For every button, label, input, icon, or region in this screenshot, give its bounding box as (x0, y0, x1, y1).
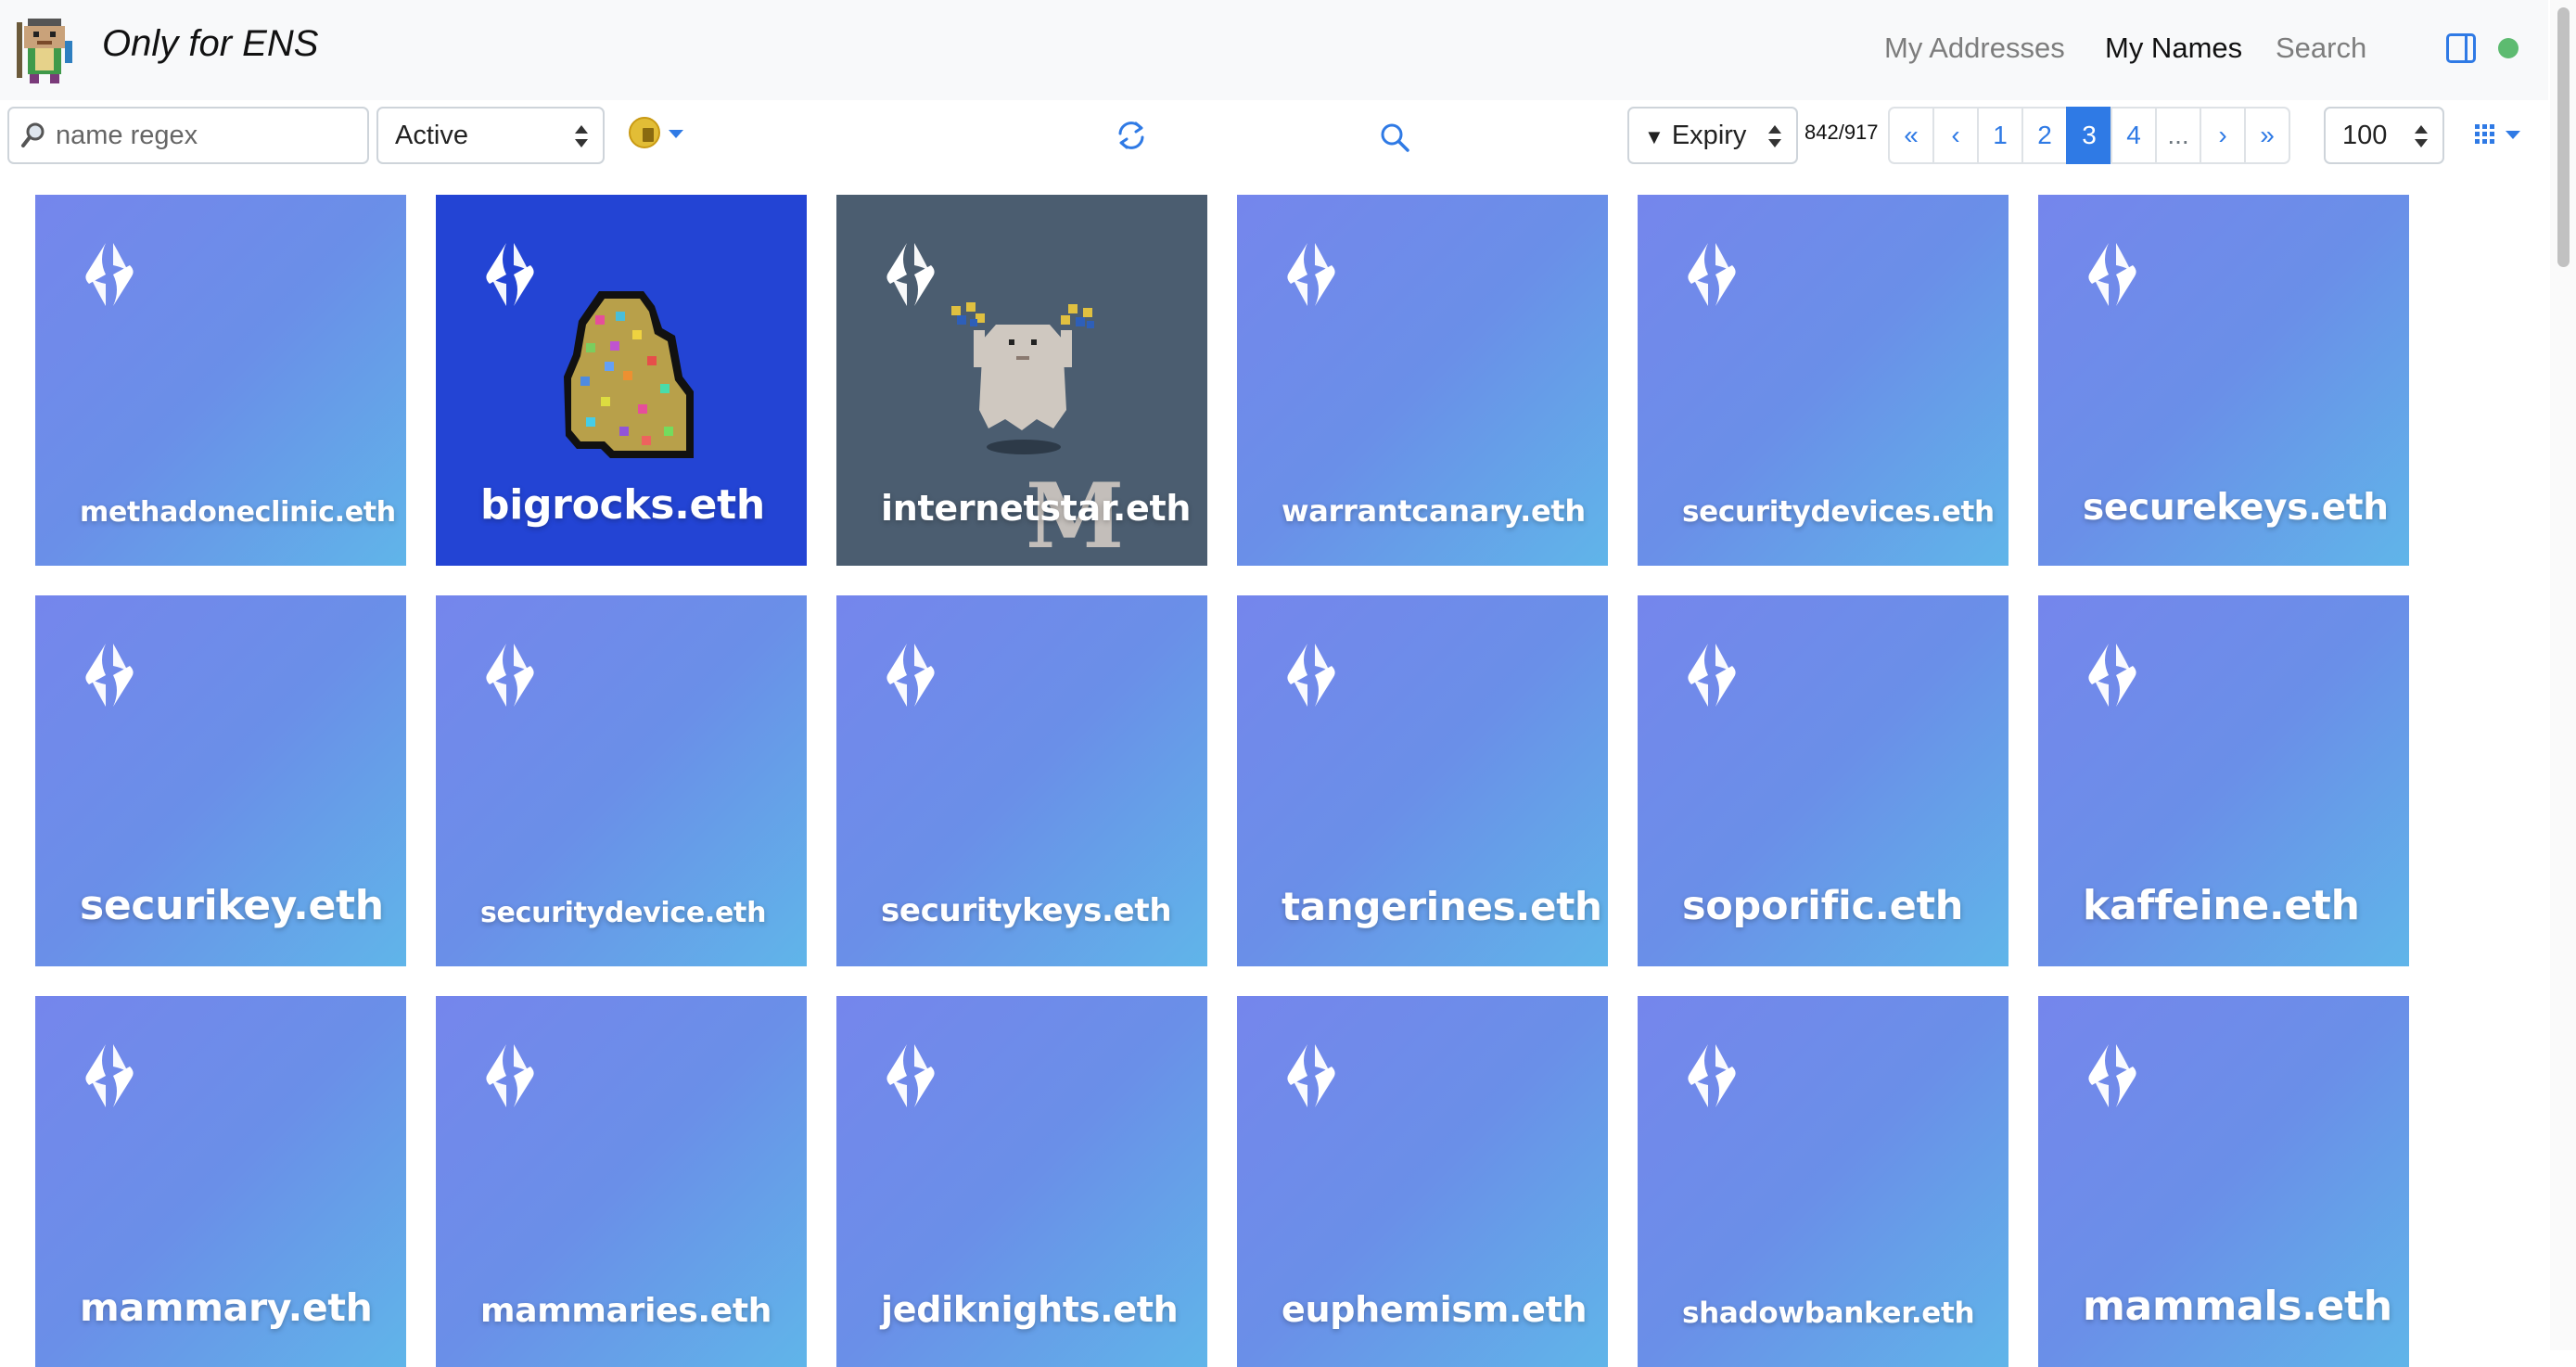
name-card[interactable]: jediknights.eth (836, 996, 1207, 1367)
card-name-label: securekeys.eth (2083, 487, 2389, 529)
name-card[interactable]: M internetstar.eth (836, 195, 1207, 566)
ens-logo-icon (1280, 1042, 1343, 1109)
ens-logo-icon (1680, 241, 1743, 308)
ens-logo-icon (1280, 642, 1343, 709)
name-card[interactable]: bigrocks.eth (436, 195, 807, 566)
card-name-label: euphemism.eth (1282, 1289, 1588, 1330)
card-name-label: securitydevice.eth (480, 897, 767, 929)
connection-status-dot (2498, 38, 2519, 58)
card-name-label: mammals.eth (2083, 1283, 2392, 1330)
name-card[interactable]: mammary.eth (35, 996, 406, 1367)
card-name-label: internetstar.eth (881, 488, 1192, 529)
name-card[interactable]: shadowbanker.eth (1638, 996, 2009, 1367)
name-card[interactable]: mammaries.eth (436, 996, 807, 1367)
nav-my-addresses[interactable]: My Addresses (1884, 28, 2065, 69)
filter-funnel-icon: ▼ (1644, 125, 1664, 148)
ens-logo-icon (1680, 642, 1743, 709)
name-card[interactable]: securikey.eth (35, 595, 406, 966)
vertical-scrollbar[interactable] (2550, 0, 2576, 1350)
ens-logo-icon (78, 642, 141, 709)
name-card[interactable]: euphemism.eth (1237, 996, 1608, 1367)
rock-pixel-art (564, 291, 694, 458)
card-name-label: kaffeine.eth (2083, 882, 2360, 929)
name-card[interactable]: securitydevices.eth (1638, 195, 2009, 566)
name-card[interactable]: securitydevice.eth (436, 595, 807, 966)
search-icon (21, 122, 45, 147)
chevron-down-icon (669, 130, 683, 138)
card-name-label: bigrocks.eth (480, 481, 765, 529)
card-name-label: mammaries.eth (480, 1292, 772, 1330)
trash-filter-dropdown[interactable] (626, 115, 685, 152)
card-name-label: methadoneclinic.eth (80, 496, 396, 529)
per-page-select[interactable]: 100 (2324, 107, 2444, 164)
app-header: Only for ENS My Addresses My Names Searc… (0, 0, 2548, 100)
ens-logo-icon (478, 241, 542, 308)
card-name-label: warrantcanary.eth (1282, 493, 1586, 529)
ens-logo-icon (879, 241, 942, 308)
name-card[interactable]: warrantcanary.eth (1237, 195, 1608, 566)
ens-logo-icon (2081, 241, 2144, 308)
trash-icon (629, 117, 660, 148)
app-logo[interactable] (17, 15, 76, 85)
scrollbar-thumb[interactable] (2557, 7, 2570, 267)
ens-logo-icon (78, 1042, 141, 1109)
view-chevron-down-icon[interactable] (2506, 131, 2520, 139)
status-select[interactable]: Active (376, 107, 605, 164)
nav-my-names[interactable]: My Names (2105, 28, 2242, 69)
pagination: « ‹ 1 2 3 4 ... › » (1888, 107, 2290, 164)
card-name-label: mammary.eth (80, 1285, 373, 1330)
ens-logo-icon (879, 1042, 942, 1109)
grid-view-icon[interactable] (2474, 123, 2496, 146)
card-name-label: tangerines.eth (1282, 884, 1602, 929)
status-select-value: Active (395, 121, 468, 150)
card-name-label: securitykeys.eth (881, 892, 1172, 929)
card-name-label: jediknights.eth (881, 1289, 1179, 1330)
ens-logo-icon (478, 642, 542, 709)
page-3-current[interactable]: 3 (2066, 107, 2112, 164)
magnify-icon[interactable] (1378, 121, 1411, 154)
name-card[interactable]: securekeys.eth (2038, 195, 2409, 566)
app-title: Only for ENS (102, 23, 319, 64)
select-arrows-icon (575, 125, 588, 147)
sidebar-toggle-icon[interactable] (2446, 33, 2476, 63)
ens-logo-icon (1680, 1042, 1743, 1109)
name-card[interactable]: tangerines.eth (1237, 595, 1608, 966)
name-card[interactable]: soporific.eth (1638, 595, 2009, 966)
ens-logo-icon (879, 642, 942, 709)
card-name-label: securitydevices.eth (1682, 495, 1995, 529)
name-card[interactable]: methadoneclinic.eth (35, 195, 406, 566)
select-arrows-icon (1768, 125, 1781, 147)
page-next[interactable]: › (2200, 107, 2246, 164)
select-arrows-icon (2415, 125, 2428, 147)
name-card[interactable]: securitykeys.eth (836, 595, 1207, 966)
name-card[interactable]: mammals.eth (2038, 996, 2409, 1367)
ens-logo-icon (1280, 241, 1343, 308)
page-first[interactable]: « (1888, 107, 1934, 164)
nav-search[interactable]: Search (2276, 28, 2366, 69)
card-name-label: soporific.eth (1682, 883, 1964, 929)
ghost-pixel-art (951, 302, 1094, 454)
results-count: 842/917 (1804, 121, 1879, 144)
ens-logo-icon (2081, 642, 2144, 709)
name-regex-input[interactable] (7, 107, 369, 164)
page-ellipsis: ... (2155, 107, 2201, 164)
page-2[interactable]: 2 (2021, 107, 2068, 164)
name-card[interactable]: kaffeine.eth (2038, 595, 2409, 966)
refresh-icon[interactable] (1113, 117, 1150, 154)
page-1[interactable]: 1 (1977, 107, 2023, 164)
ens-logo-icon (2081, 1042, 2144, 1109)
sort-select-value: Expiry (1671, 121, 1747, 150)
page-prev[interactable]: ‹ (1932, 107, 1979, 164)
ens-logo-icon (478, 1042, 542, 1109)
sort-select[interactable]: ▼ Expiry (1627, 107, 1798, 164)
ens-logo-icon (78, 241, 141, 308)
page-last[interactable]: » (2244, 107, 2290, 164)
per-page-value: 100 (2342, 121, 2388, 150)
page-4[interactable]: 4 (2111, 107, 2157, 164)
card-name-label: shadowbanker.eth (1682, 1297, 1975, 1330)
card-name-label: securikey.eth (80, 882, 384, 929)
